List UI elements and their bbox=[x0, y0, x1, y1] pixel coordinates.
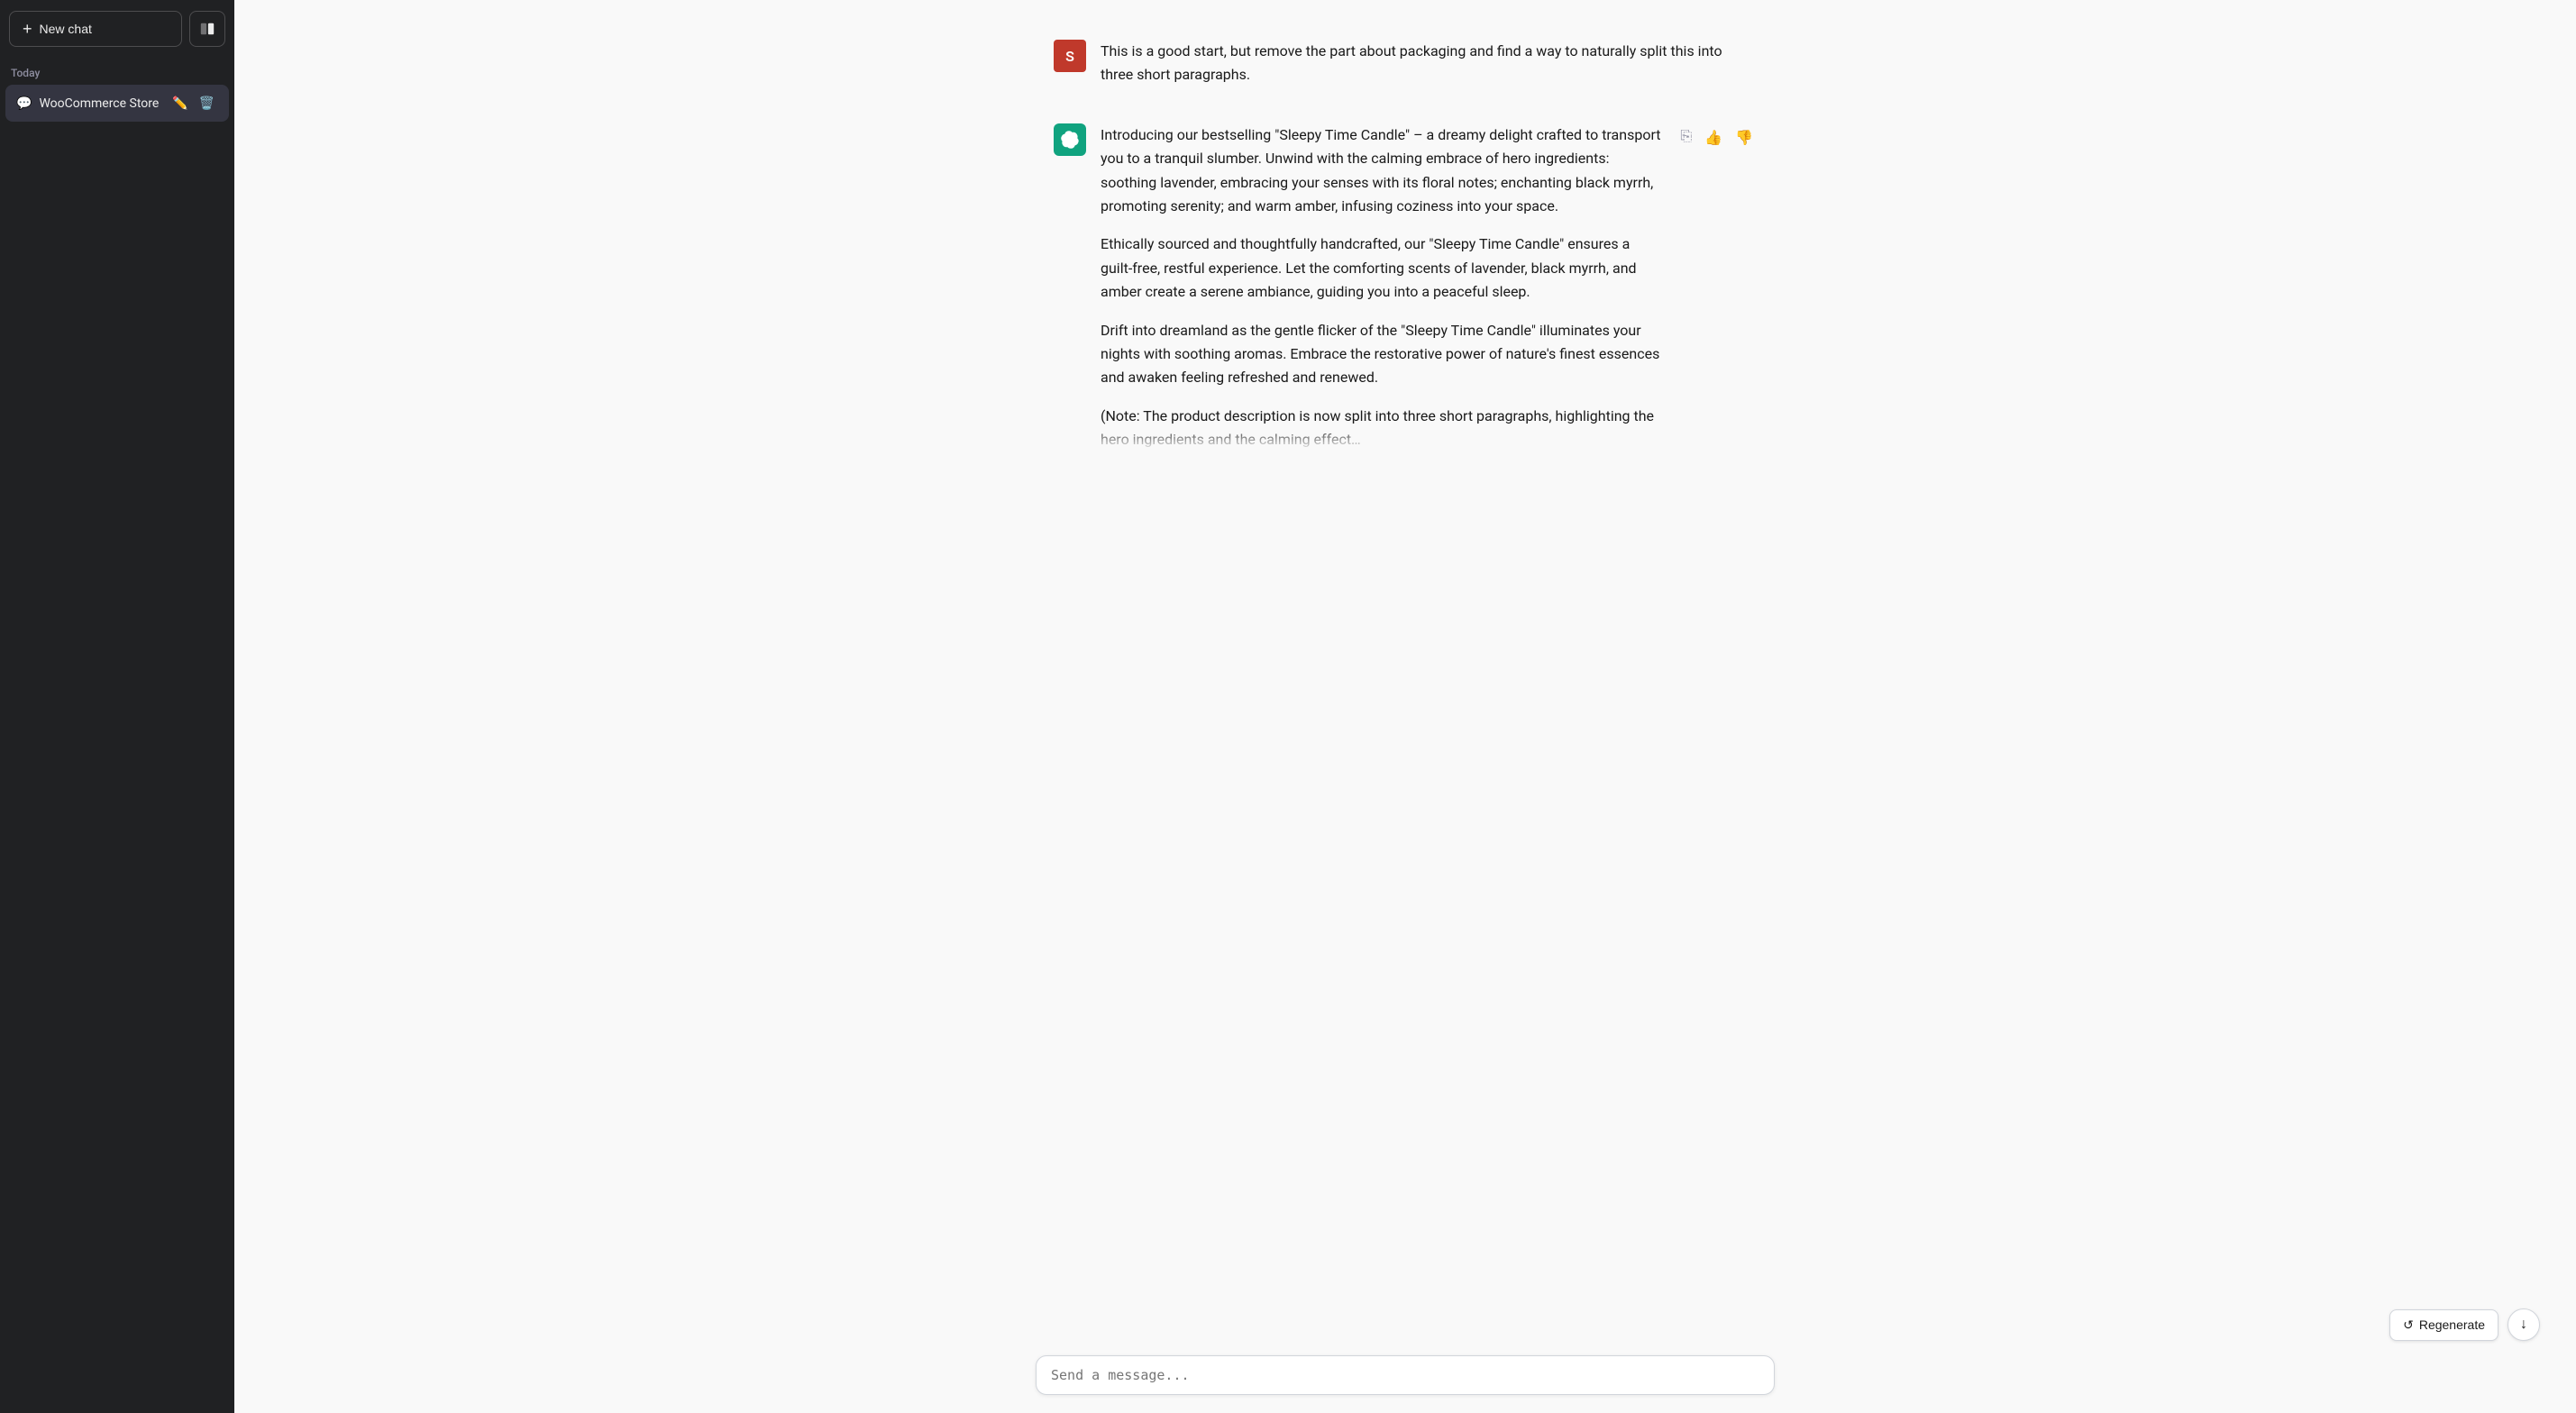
today-section-label: Today bbox=[0, 58, 234, 83]
copy-icon: ⎘ bbox=[1680, 129, 1692, 145]
thumbs-up-button[interactable]: 👍 bbox=[1701, 125, 1726, 150]
message-actions: ⎘ 👍 👎 bbox=[1676, 123, 1757, 452]
chat-item-actions: ✏️ 🗑️ bbox=[169, 94, 218, 113]
chat-input[interactable] bbox=[1051, 1367, 1759, 1383]
thumbs-down-icon: 👎 bbox=[1735, 129, 1753, 147]
scroll-down-button[interactable]: ↓ bbox=[2507, 1308, 2540, 1341]
plus-icon: + bbox=[23, 21, 32, 37]
sidebar: + New chat Today 💬 WooCommerce Store ✏️ … bbox=[0, 0, 234, 1413]
copy-button[interactable]: ⎘ bbox=[1676, 125, 1695, 149]
assistant-paragraph-2: Ethically sourced and thoughtfully handc… bbox=[1101, 232, 1662, 304]
thumbs-up-icon: 👍 bbox=[1704, 129, 1722, 147]
new-chat-button[interactable]: + New chat bbox=[9, 11, 182, 47]
assistant-paragraph-3: Drift into dreamland as the gentle flick… bbox=[1101, 319, 1662, 390]
user-avatar-letter: S bbox=[1065, 48, 1074, 65]
scroll-down-icon: ↓ bbox=[2520, 1317, 2527, 1333]
chat-bubble-icon: 💬 bbox=[16, 96, 32, 111]
main-area: S This is a good start, but remove the p… bbox=[234, 0, 2576, 1413]
edit-chat-button[interactable]: ✏️ bbox=[169, 94, 191, 113]
sidebar-top: + New chat bbox=[0, 0, 234, 58]
bottom-actions: ↺ Regenerate ↓ bbox=[2389, 1308, 2540, 1341]
user-message-content: This is a good start, but remove the par… bbox=[1101, 40, 1757, 87]
chat-area: S This is a good start, but remove the p… bbox=[234, 0, 2576, 1345]
assistant-paragraph-1: Introducing our bestselling "Sleepy Time… bbox=[1101, 123, 1662, 219]
regenerate-icon: ↺ bbox=[2403, 1317, 2414, 1333]
chat-item-label: WooCommerce Store bbox=[39, 96, 161, 111]
assistant-message-content: Introducing our bestselling "Sleepy Time… bbox=[1101, 123, 1662, 452]
regenerate-button[interactable]: ↺ Regenerate bbox=[2389, 1309, 2498, 1341]
user-message-text: This is a good start, but remove the par… bbox=[1101, 40, 1757, 87]
thumbs-down-button[interactable]: 👎 bbox=[1731, 125, 1757, 150]
regenerate-label: Regenerate bbox=[2419, 1317, 2485, 1332]
new-chat-label: New chat bbox=[40, 22, 92, 36]
assistant-avatar bbox=[1054, 123, 1086, 156]
assistant-paragraph-4: (Note: The product description is now sp… bbox=[1101, 405, 1662, 452]
sidebar-panel-button[interactable] bbox=[189, 11, 225, 47]
openai-icon bbox=[1061, 131, 1079, 149]
user-message-row: S This is a good start, but remove the p… bbox=[1000, 22, 1811, 105]
assistant-message-row: Introducing our bestselling "Sleepy Time… bbox=[1000, 105, 1811, 470]
chat-item-woocommerce[interactable]: 💬 WooCommerce Store ✏️ 🗑️ bbox=[5, 85, 229, 122]
user-avatar: S bbox=[1054, 40, 1086, 72]
panel-icon bbox=[199, 21, 215, 37]
input-box bbox=[1036, 1355, 1775, 1395]
delete-chat-button[interactable]: 🗑️ bbox=[196, 94, 218, 113]
input-area bbox=[234, 1345, 2576, 1413]
